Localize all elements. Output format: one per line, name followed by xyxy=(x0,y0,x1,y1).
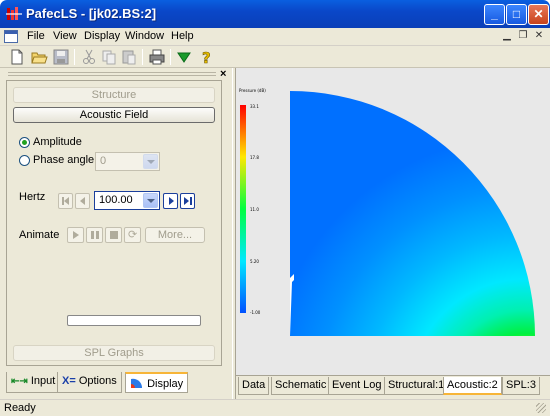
resize-grip-icon[interactable] xyxy=(536,403,546,413)
mdi-close-icon[interactable]: ✕ xyxy=(532,29,546,43)
close-icon: ✕ xyxy=(533,7,544,21)
tab-data[interactable]: Data xyxy=(238,377,270,395)
legend-tick: -1.00 xyxy=(250,310,261,315)
menu-view[interactable]: View xyxy=(53,30,77,42)
stop-button[interactable] xyxy=(105,227,122,243)
minimize-button[interactable]: _ xyxy=(484,4,505,25)
acoustic-view: Pressure (dB) 33.1 17.8 11.0 5.20 -1.00 xyxy=(236,68,550,375)
app-icon[interactable] xyxy=(6,6,22,22)
legend-tick: 11.0 xyxy=(250,207,259,212)
play-icon xyxy=(73,231,79,239)
first-frequency-button[interactable] xyxy=(58,193,73,209)
pause-button[interactable] xyxy=(86,227,103,243)
legend-tick: 33.1 xyxy=(250,104,259,109)
loop-icon: ⟳ xyxy=(128,229,138,241)
menu-help[interactable]: Help xyxy=(171,30,194,42)
animation-progress-bar xyxy=(67,315,201,326)
pause-icon xyxy=(91,231,94,239)
last-frequency-button[interactable] xyxy=(180,193,195,209)
options-icon: X= xyxy=(62,375,76,387)
display-icon xyxy=(131,378,143,388)
menu-bar: File View Display Window Help ▁ ❐ ✕ xyxy=(0,28,550,46)
amplitude-radio[interactable] xyxy=(19,137,30,148)
acoustic-field-region xyxy=(290,91,535,336)
structure-button[interactable]: Structure xyxy=(13,87,215,103)
tab-acoustic[interactable]: Acoustic:2 xyxy=(443,377,502,395)
document-icon[interactable] xyxy=(4,30,18,43)
menu-file[interactable]: File xyxy=(27,30,45,42)
window-title: PafecLS - [jk02.BS:2] xyxy=(26,6,157,21)
hertz-dropdown[interactable]: 100.00 xyxy=(94,191,160,210)
previous-icon xyxy=(80,197,85,205)
tab-event-log[interactable]: Event Log xyxy=(328,377,386,395)
cut-icon[interactable] xyxy=(80,48,98,66)
input-icon: ⇤⇥ xyxy=(11,376,28,387)
amplitude-label: Amplitude xyxy=(33,136,82,148)
hertz-label: Hertz xyxy=(19,191,46,203)
legend-tick: 5.20 xyxy=(250,259,259,264)
maximize-button[interactable]: □ xyxy=(506,4,527,25)
tab-options-label: Options xyxy=(78,375,117,387)
status-text: Ready xyxy=(4,402,36,414)
legend-colorbar xyxy=(240,105,246,313)
display-panel: × Structure Acoustic Field Amplitude Pha… xyxy=(0,68,232,399)
down-arrow-icon[interactable] xyxy=(175,48,193,66)
phase-angle-label: Phase angle xyxy=(33,154,95,166)
play-button[interactable] xyxy=(67,227,84,243)
tab-options[interactable]: X= Options xyxy=(57,372,122,393)
more-button[interactable]: More... xyxy=(145,227,205,243)
radio-selected-dot xyxy=(22,140,27,145)
next-frequency-button[interactable] xyxy=(163,193,178,209)
loop-button[interactable]: ⟳ xyxy=(124,227,141,243)
legend-title: Pressure (dB) xyxy=(239,88,266,93)
chevron-down-icon xyxy=(143,154,158,169)
view-tab-strip: Data Schematic Event Log Structural:1 Ac… xyxy=(236,375,550,399)
save-icon[interactable] xyxy=(52,48,70,66)
open-folder-icon[interactable] xyxy=(30,48,48,66)
hertz-value: 100.00 xyxy=(99,194,133,206)
phase-angle-dropdown[interactable]: 0 xyxy=(95,152,160,171)
maximize-icon: □ xyxy=(512,7,521,21)
last-icon xyxy=(184,197,189,205)
phase-angle-value: 0 xyxy=(100,155,107,167)
panel-body: Structure Acoustic Field Amplitude Phase… xyxy=(6,80,222,366)
tab-display-label: Display xyxy=(147,378,184,390)
tab-spl[interactable]: SPL:3 xyxy=(502,377,540,395)
close-button[interactable]: ✕ xyxy=(528,4,549,25)
tab-input-label: Input xyxy=(30,375,56,387)
paste-icon[interactable] xyxy=(120,48,138,66)
print-icon[interactable] xyxy=(148,48,166,66)
copy-icon[interactable] xyxy=(100,48,118,66)
panel-close-icon[interactable]: × xyxy=(220,68,226,80)
minimize-icon: _ xyxy=(491,7,498,21)
new-file-icon[interactable] xyxy=(8,48,26,66)
animate-label: Animate xyxy=(19,229,60,241)
mdi-restore-icon[interactable]: ❐ xyxy=(516,29,530,43)
status-bar: Ready xyxy=(0,399,550,416)
menu-window[interactable]: Window xyxy=(125,30,164,42)
title-bar: PafecLS - [jk02.BS:2] _ □ ✕ xyxy=(0,0,550,28)
previous-frequency-button[interactable] xyxy=(75,193,90,209)
acoustic-field-plot[interactable]: Pressure (dB) 33.1 17.8 11.0 5.20 -1.00 xyxy=(236,68,550,375)
spl-graphs-button[interactable]: SPL Graphs xyxy=(13,345,215,361)
next-icon xyxy=(169,197,174,205)
tab-display[interactable]: Display xyxy=(125,372,189,393)
mdi-minimize-icon[interactable]: ▁ xyxy=(500,29,514,43)
tab-input[interactable]: ⇤⇥ Input xyxy=(6,372,61,393)
tab-structural[interactable]: Structural:1 xyxy=(384,377,449,395)
phase-angle-radio[interactable] xyxy=(19,155,30,166)
help-icon[interactable]: ? xyxy=(197,48,215,66)
chevron-down-icon xyxy=(143,193,158,208)
tab-schematic[interactable]: Schematic xyxy=(271,377,331,395)
toolbar: ? xyxy=(0,46,550,68)
stop-icon xyxy=(110,231,118,239)
legend-tick: 17.8 xyxy=(250,155,259,160)
menu-display[interactable]: Display xyxy=(84,30,120,42)
svg-text:?: ? xyxy=(202,49,211,66)
acoustic-field-button[interactable]: Acoustic Field xyxy=(13,107,215,123)
panel-grip[interactable] xyxy=(8,72,216,76)
